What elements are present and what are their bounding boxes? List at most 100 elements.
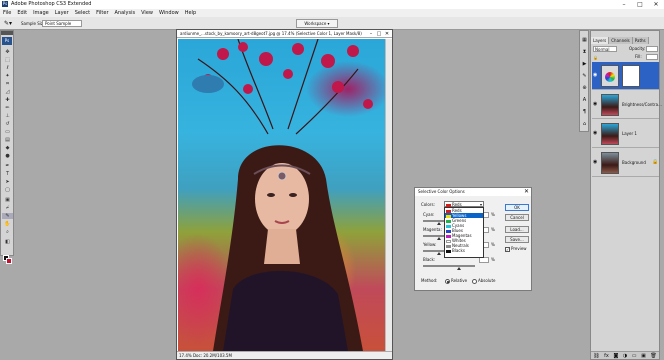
layer-mask-thumbnail[interactable] <box>622 65 640 87</box>
tool-presets-icon[interactable]: ⌂ <box>581 121 588 128</box>
colors-option-blacks[interactable]: Blacks <box>445 248 483 253</box>
eraser-tool-icon[interactable]: ▭ <box>2 129 13 135</box>
method-absolute-radio[interactable] <box>472 279 477 284</box>
menu-select[interactable]: Select <box>72 9 93 17</box>
menu-view[interactable]: View <box>138 9 156 17</box>
paragraph-icon[interactable]: ¶ <box>581 109 588 116</box>
notes-tool-icon[interactable]: ▣ <box>2 197 13 203</box>
layer-row-selective-color[interactable]: ◉ <box>592 62 659 90</box>
layer-row-brightness-contrast[interactable]: ◉ Brightness/Contra... <box>592 91 662 119</box>
menu-layer[interactable]: Layer <box>52 9 72 17</box>
menu-help[interactable]: Help <box>182 9 199 17</box>
document-minimize-button[interactable]: – <box>367 30 375 38</box>
cyan-slider-thumb[interactable] <box>437 222 441 225</box>
character-icon[interactable]: A <box>581 97 588 104</box>
black-slider-track[interactable] <box>423 265 475 267</box>
brush-tool-icon[interactable]: ✏ <box>2 105 13 111</box>
document-close-button[interactable]: ✕ <box>383 30 391 38</box>
eyedropper-tool-icon[interactable]: ✎▾ <box>4 20 12 27</box>
trash-icon[interactable]: 🗑 <box>650 352 656 359</box>
method-relative-radio[interactable] <box>445 279 450 284</box>
menu-analysis[interactable]: Analysis <box>112 9 139 17</box>
blend-mode-select[interactable]: Normal <box>593 46 617 52</box>
menu-file[interactable]: File <box>0 9 14 17</box>
menu-filter[interactable]: Filter <box>93 9 111 17</box>
magenta-slider-thumb[interactable] <box>437 237 441 240</box>
crop-tool-icon[interactable]: ⌗ <box>2 81 13 87</box>
cancel-button[interactable]: Cancel <box>505 214 529 221</box>
stamp-tool-icon[interactable]: ⊥ <box>2 113 13 119</box>
menu-edit[interactable]: Edit <box>14 9 30 17</box>
layer-row-layer-1[interactable]: ◉ Layer 1 <box>592 120 659 148</box>
dodge-tool-icon[interactable]: ● <box>2 153 13 159</box>
blacks-swatch <box>446 249 451 253</box>
preview-checkbox[interactable]: ✓ <box>505 247 510 252</box>
document-status-bar: 17.4% Doc: 20.2M/103.5M <box>177 351 392 359</box>
clone-source-icon[interactable]: ⊕ <box>581 85 588 92</box>
panel-tabs: Layers Channels Paths <box>591 37 659 44</box>
method-relative-label: Relative <box>451 278 468 283</box>
toolbox-grip[interactable] <box>1 31 13 35</box>
history-icon[interactable]: ⧗ <box>581 49 588 56</box>
history-brush-tool-icon[interactable]: ↺ <box>2 121 13 127</box>
navigator-icon[interactable]: ▦ <box>581 37 588 44</box>
opacity-input[interactable] <box>646 46 658 52</box>
document-maximize-button[interactable]: □ <box>375 30 383 38</box>
eyedropper-icon[interactable]: ⌿ <box>2 205 13 211</box>
brushes-icon[interactable]: ✎ <box>581 73 588 80</box>
black-slider-thumb[interactable] <box>457 267 461 270</box>
lock-icons[interactable]: 🔒 <box>593 55 607 60</box>
load-button[interactable]: Load... <box>505 226 529 233</box>
tab-paths[interactable]: Paths <box>632 37 649 44</box>
zoom-tool-icon[interactable]: ⌕ <box>2 229 13 235</box>
move-tool-icon[interactable]: ✥ <box>2 49 13 55</box>
tab-channels[interactable]: Channels <box>609 37 633 44</box>
eye-icon[interactable]: ◉ <box>593 101 597 107</box>
group-icon[interactable]: ▭ <box>632 352 637 359</box>
shape-tool-icon[interactable]: ▢ <box>2 187 13 193</box>
type-tool-icon[interactable]: T <box>2 171 13 177</box>
maximize-button[interactable]: □ <box>632 0 648 9</box>
layer-style-icon[interactable]: fx <box>604 352 609 359</box>
menu-image[interactable]: Image <box>30 9 52 17</box>
background-color-swatch[interactable] <box>6 258 12 264</box>
hand-tool-icon[interactable]: ✋ <box>2 221 13 227</box>
layer-row-background[interactable]: ◉ Background 🔒 <box>592 149 659 177</box>
colors-label: Colors: <box>421 202 435 207</box>
save-button[interactable]: Save... <box>505 236 529 243</box>
fill-label: Fill: <box>635 54 642 59</box>
eyedropper-active-icon[interactable]: ✎ <box>2 213 13 219</box>
quick-mask-icon[interactable]: ◧ <box>2 239 13 245</box>
lasso-tool-icon[interactable]: ℓ <box>2 65 13 71</box>
image-canvas[interactable] <box>178 39 385 351</box>
pen-tool-icon[interactable]: ✒ <box>2 163 13 169</box>
yellow-slider-thumb[interactable] <box>437 252 441 255</box>
minimize-button[interactable]: – <box>616 0 632 9</box>
adjustment-layer-icon[interactable]: ◑ <box>623 352 627 359</box>
path-selection-tool-icon[interactable]: ➤ <box>2 179 13 185</box>
ok-button[interactable]: OK <box>505 204 529 211</box>
close-button[interactable]: ✕ <box>648 0 664 9</box>
link-layers-icon[interactable]: ⛓ <box>593 352 599 359</box>
healing-tool-icon[interactable]: ✚ <box>2 97 13 103</box>
eye-icon[interactable]: ◉ <box>593 159 597 165</box>
dialog-close-icon[interactable]: ✕ <box>524 188 529 196</box>
eye-icon[interactable]: ◉ <box>593 130 597 136</box>
tab-layers[interactable]: Layers <box>591 37 610 44</box>
new-layer-icon[interactable]: ▣ <box>641 352 646 359</box>
magic-wand-tool-icon[interactable]: ✦ <box>2 73 13 79</box>
workspace-button[interactable]: Workspace ▾ <box>296 19 338 28</box>
marquee-tool-icon[interactable]: ⬚ <box>2 57 13 63</box>
actions-icon[interactable]: ▶ <box>581 61 588 68</box>
menu-window[interactable]: Window <box>156 9 182 17</box>
document-titlebar[interactable]: ardiunme_...stock_by_kamoory_art-d8geot7… <box>177 30 392 38</box>
gradient-tool-icon[interactable]: ▤ <box>2 137 13 143</box>
eye-icon[interactable]: ◉ <box>593 72 597 78</box>
fill-input[interactable] <box>646 54 658 60</box>
blur-tool-icon[interactable]: ◆ <box>2 145 13 151</box>
dialog-titlebar[interactable]: Selective Color Options <box>415 188 531 196</box>
document-vertical-scrollbar[interactable] <box>385 39 392 351</box>
slice-tool-icon[interactable]: ◿ <box>2 89 13 95</box>
add-mask-icon[interactable]: ◙ <box>613 352 618 359</box>
sample-size-select[interactable]: Point Sample <box>42 20 82 27</box>
